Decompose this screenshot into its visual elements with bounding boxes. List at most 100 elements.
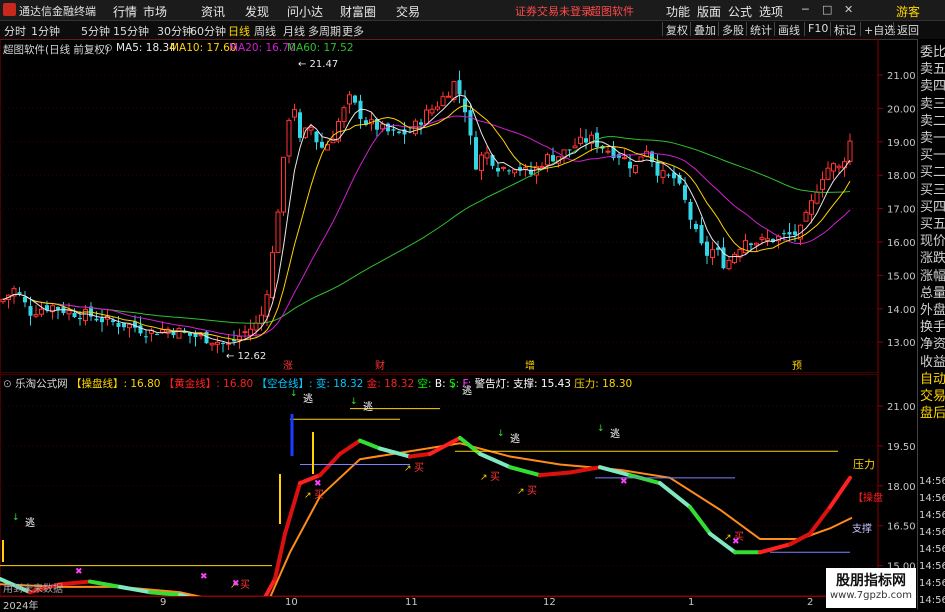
- sidebar-item: 涨跌: [920, 251, 945, 267]
- signal-cross: ✖: [314, 479, 322, 489]
- draw-button[interactable]: 画线: [774, 22, 800, 37]
- period-multi[interactable]: 多周期: [308, 23, 341, 39]
- candle-body: [578, 136, 583, 144]
- period-monthly[interactable]: 月线: [283, 23, 305, 39]
- candle-body: [507, 170, 511, 172]
- period-5min[interactable]: 5分钟: [81, 23, 110, 39]
- candle-body: [814, 191, 820, 204]
- app-logo-icon: [3, 3, 16, 16]
- buy-arrow-icon: ↗: [404, 464, 412, 474]
- menu-discover[interactable]: 发现: [245, 3, 269, 20]
- adjust-button[interactable]: 复权: [662, 22, 688, 37]
- candle-body: [353, 95, 357, 103]
- indicator-panel[interactable]: 21.0019.5018.0016.5015.00↓逃↓逃↓逃↓逃↓逃↓逃↗买↗…: [0, 374, 917, 596]
- watermark-title: 股朋指标网: [836, 573, 906, 589]
- candle-body: [78, 317, 82, 320]
- app-title: 通达信金融终端: [19, 5, 96, 18]
- escape-label: 逃: [610, 427, 620, 440]
- candle-body: [424, 109, 429, 125]
- period-more[interactable]: 更多: [342, 23, 364, 39]
- candle-body: [292, 109, 297, 118]
- candle-body: [683, 185, 687, 200]
- date-label: 11: [405, 597, 418, 608]
- date-label: 2: [807, 597, 814, 608]
- indicator-source: 乐淘公式网: [15, 378, 68, 390]
- menu-ask[interactable]: 问小达: [287, 3, 323, 20]
- candle-body: [457, 80, 462, 95]
- stats-button[interactable]: 统计: [746, 22, 772, 37]
- candle-body: [831, 163, 836, 172]
- ma20-label: MA20: 16.70: [229, 42, 296, 54]
- chart-border: [0, 39, 879, 373]
- event-marker: 增: [525, 359, 535, 372]
- menu-formula[interactable]: 公式: [728, 3, 752, 20]
- buy-label: 买: [314, 489, 324, 501]
- candle-body: [270, 252, 275, 299]
- overlay-button[interactable]: 叠加: [690, 22, 716, 37]
- operate-label: 【操盘: [853, 491, 883, 504]
- multistock-button[interactable]: 多股: [718, 22, 744, 37]
- candle-body: [66, 310, 72, 315]
- menu-options[interactable]: 选项: [759, 3, 783, 20]
- sidebar-item: 换手: [920, 320, 945, 336]
- candle-body: [655, 161, 660, 176]
- candle-body: [33, 314, 39, 317]
- collapse-icon[interactable]: ⊙: [104, 42, 113, 54]
- sidebar-item[interactable]: 盘后: [920, 407, 945, 421]
- event-marker: 预: [792, 360, 802, 372]
- indicator-value: S:: [445, 378, 460, 390]
- collapse-sub-icon[interactable]: ⊙: [3, 378, 12, 390]
- candle-body: [209, 342, 215, 346]
- period-30min[interactable]: 30分钟: [157, 23, 193, 39]
- trade-time: 14:56: [919, 510, 945, 521]
- candle-body: [440, 96, 446, 107]
- period-15min[interactable]: 15分钟: [113, 23, 149, 39]
- menu-news[interactable]: 资讯: [201, 3, 225, 20]
- menu-wealth[interactable]: 财富圈: [340, 3, 376, 20]
- f10-button[interactable]: F10: [804, 22, 828, 36]
- back-button[interactable]: 返回: [893, 22, 919, 37]
- indicator-value: 【黄金线】: 16.80: [160, 378, 254, 390]
- period-toolbar: 分时 1分钟 5分钟 15分钟 30分钟 60分钟 日线 周线 月线 多周期 更…: [0, 21, 945, 40]
- candle-body: [429, 108, 435, 114]
- indicator-value: 警告灯:: [471, 378, 510, 390]
- close-icon[interactable]: ✕: [844, 3, 853, 16]
- menu-quotes[interactable]: 行情: [113, 3, 137, 20]
- add-watchlist-button[interactable]: +自选: [860, 22, 895, 37]
- sidebar-item[interactable]: 交易: [920, 390, 945, 404]
- ma5-label: MA5: 18.34: [116, 42, 176, 54]
- menu-trade[interactable]: 交易: [396, 3, 420, 20]
- indicator-chart[interactable]: 21.0019.5018.0016.5015.00↓逃↓逃↓逃↓逃↓逃↓逃↗买↗…: [0, 374, 917, 596]
- candle-body: [281, 156, 286, 213]
- sidebar-item: 收益: [920, 354, 945, 370]
- menu-market[interactable]: 市场: [143, 3, 167, 20]
- candle-body: [809, 200, 814, 215]
- operate-line-segment: [508, 465, 542, 478]
- candle-body: [446, 95, 451, 98]
- period-timeshare[interactable]: 分时: [4, 23, 26, 39]
- login-notice[interactable]: 证券交易未登录: [515, 3, 592, 19]
- kline-chart[interactable]: 21.00 20.00 19.00 18.00 17.00 16.00 15.00 14.00…: [0, 39, 917, 373]
- period-weekly[interactable]: 周线: [254, 23, 276, 39]
- candle-body: [28, 306, 33, 316]
- candle-body: [749, 243, 753, 246]
- kline-panel[interactable]: 21.00 20.00 19.00 18.00 17.00 16.00 15.00 14.00…: [0, 39, 917, 373]
- trade-time: 14:56: [919, 595, 945, 606]
- sidebar-item: 卖四: [920, 79, 945, 95]
- mark-button[interactable]: 标记: [830, 22, 856, 37]
- maximize-icon[interactable]: □: [822, 3, 832, 16]
- period-daily[interactable]: 日线: [228, 23, 250, 39]
- menu-layout[interactable]: 版面: [697, 3, 721, 20]
- ma10-line: [2, 104, 851, 341]
- period-60min[interactable]: 60分钟: [190, 23, 226, 39]
- candle-body: [242, 331, 248, 334]
- ma60-label: MA60: 17.52: [287, 42, 354, 54]
- menu-function[interactable]: 功能: [666, 3, 690, 20]
- sidebar-item[interactable]: 自动: [920, 372, 945, 387]
- minimize-icon[interactable]: ─: [802, 3, 809, 16]
- period-1min[interactable]: 1分钟: [31, 23, 60, 39]
- operate-line-segment: [408, 451, 432, 459]
- guest-label[interactable]: 游客: [896, 3, 920, 20]
- candle-body: [17, 292, 22, 294]
- candle-body: [72, 312, 77, 318]
